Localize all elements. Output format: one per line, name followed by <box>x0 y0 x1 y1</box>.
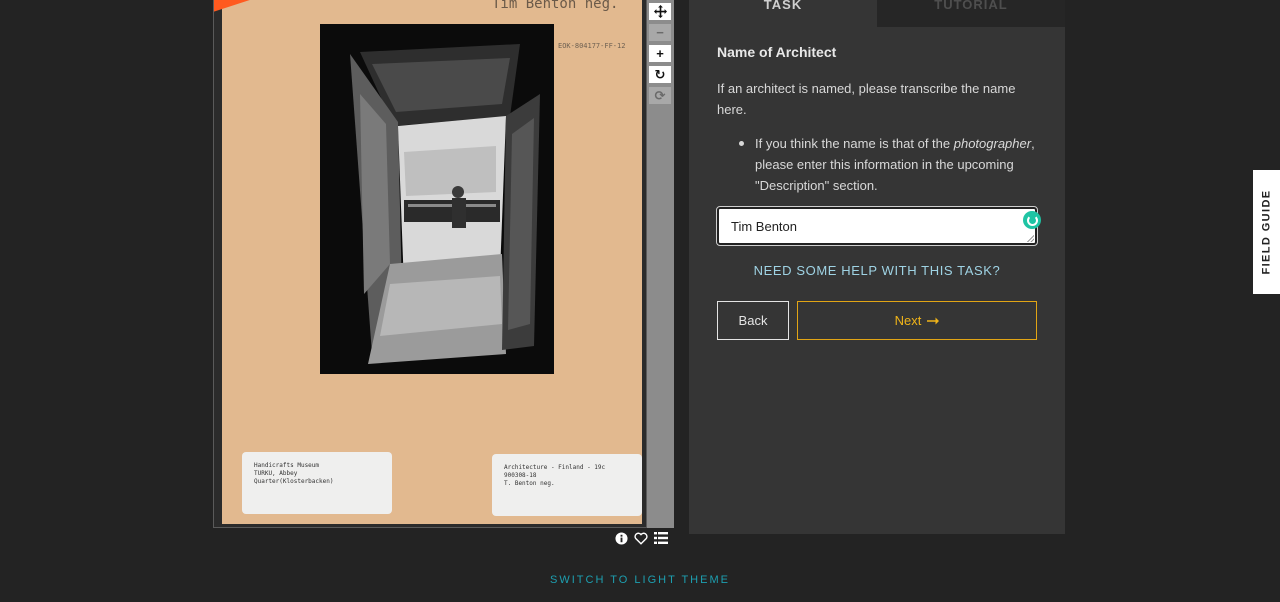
tab-task[interactable]: TASK <box>689 0 877 27</box>
rotate-icon[interactable]: ↻ <box>649 66 671 83</box>
architect-name-field <box>716 206 1041 246</box>
image-toolbar: − + ↻ ⟳ <box>647 0 674 528</box>
info-icon-glyph <box>615 531 628 545</box>
next-button[interactable]: Next <box>797 301 1037 340</box>
arrow-right-icon-glyph <box>927 317 940 325</box>
corner-tag <box>214 0 254 13</box>
reference-code: EOK-804177-FF-12 <box>558 42 626 50</box>
field-guide-label: FIELD GUIDE <box>1260 189 1273 275</box>
move-icon[interactable] <box>649 3 671 20</box>
collections-list-icon[interactable] <box>654 532 668 544</box>
list-icon-glyph <box>654 532 668 544</box>
zoom-in-icon[interactable]: + <box>649 45 671 62</box>
photograph-image <box>320 24 554 374</box>
task-tabs: TASK TUTORIAL <box>689 0 1065 27</box>
list-item: If you think the name is that of the pho… <box>737 133 1037 196</box>
bullet-prefix: If you think the name is that of the <box>755 136 954 151</box>
task-panel: TASK TUTORIAL Name of Architect If an ar… <box>689 0 1065 534</box>
next-button-label: Next <box>894 313 922 328</box>
task-instruction: If an architect is named, please transcr… <box>717 81 1016 117</box>
info-icon[interactable] <box>615 531 628 545</box>
task-instruction-list: If you think the name is that of the pho… <box>737 133 1037 196</box>
tab-tutorial[interactable]: TUTORIAL <box>877 0 1065 27</box>
arrow-right-icon <box>927 313 940 328</box>
subject-photograph <box>320 24 554 374</box>
task-help-link[interactable]: NEED SOME HELP WITH THIS TASK? <box>717 263 1037 278</box>
subject-viewer[interactable]: Tim Benton neg. EOK-804177-FF-12 Handicr… <box>213 0 647 528</box>
archive-label: Architecture - Finland - 19c 900308-18 T… <box>492 454 642 516</box>
zoom-out-icon[interactable]: − <box>649 24 671 41</box>
architect-name-input[interactable] <box>719 209 1035 243</box>
back-button-label: Back <box>738 313 768 328</box>
museum-label: Handicrafts Museum TURKU, Abbey Quarter(… <box>242 452 392 514</box>
reset-icon[interactable]: ⟳ <box>649 87 671 104</box>
field-guide-button[interactable]: FIELD GUIDE <box>1253 170 1280 294</box>
move-icon-glyph <box>653 5 667 18</box>
archive-card: Tim Benton neg. EOK-804177-FF-12 Handicr… <box>214 0 642 524</box>
subject-meta-icons <box>615 530 675 546</box>
heart-icon-glyph <box>634 532 648 545</box>
resize-grip-icon[interactable] <box>1027 235 1034 242</box>
negative-label: Tim Benton neg. <box>492 0 619 12</box>
switch-theme-link[interactable]: SWITCH TO LIGHT THEME <box>0 574 1280 586</box>
back-button[interactable]: Back <box>717 301 789 340</box>
task-title: Name of Architect <box>717 44 837 60</box>
bullet-emphasis: photographer <box>953 136 1032 151</box>
favorite-heart-icon[interactable] <box>634 532 648 545</box>
status-dot-icon <box>1023 211 1041 229</box>
